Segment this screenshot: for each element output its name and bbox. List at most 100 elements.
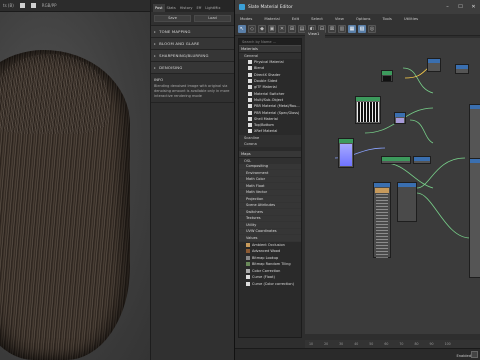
material-id-icon[interactable]: ▥ bbox=[338, 24, 346, 33]
delete-icon[interactable]: ✕ bbox=[278, 24, 286, 33]
section-denoising[interactable]: ▸ DENOISING bbox=[151, 62, 234, 74]
ruler-tick: 60 bbox=[384, 342, 389, 346]
status-bar: Enabled bbox=[235, 348, 480, 360]
material-icon bbox=[248, 110, 252, 115]
material-icon bbox=[248, 79, 252, 84]
material-map-browser: Search by Name ... Materials General Phy… bbox=[238, 38, 302, 338]
section-label: BLOOM AND GLARE bbox=[159, 41, 200, 46]
material-node[interactable] bbox=[373, 182, 391, 258]
assign-material-icon[interactable]: ▣ bbox=[268, 24, 276, 33]
item-label: DirectX Shader bbox=[254, 72, 281, 77]
tab-stats[interactable]: Stats bbox=[165, 4, 178, 12]
editor-toolbar: ↖ ◇ ◆ ▣ ✕ ⊞ ▤ ◐ ⊟ ⊠ ▥ ▦ ▧ ◎ bbox=[235, 22, 480, 36]
slate-material-editor: Slate Material Editor – ☐ ✕ Modes Materi… bbox=[234, 0, 480, 360]
material-icon bbox=[248, 123, 252, 128]
menu-view[interactable]: View bbox=[335, 16, 344, 21]
chevron-right-icon: ▸ bbox=[154, 53, 157, 58]
map-node[interactable] bbox=[455, 64, 469, 74]
menu-edit[interactable]: Edit bbox=[292, 16, 299, 21]
render-window: ts (B) RGB/PP bbox=[0, 0, 150, 360]
hair-texture-node[interactable] bbox=[355, 96, 381, 124]
material-icon bbox=[248, 129, 252, 134]
save-button[interactable]: Save bbox=[154, 15, 191, 22]
material-node[interactable] bbox=[469, 104, 480, 164]
material-node[interactable] bbox=[469, 158, 480, 278]
info-title: INFO bbox=[154, 77, 164, 82]
channel-combo[interactable]: RGB/PP bbox=[42, 3, 57, 8]
chevron-right-icon: ▸ bbox=[154, 65, 157, 70]
tab-eff[interactable]: Eff bbox=[195, 4, 204, 12]
map-node[interactable] bbox=[381, 156, 411, 164]
item-label: Physical Material bbox=[254, 60, 284, 65]
nav-panel-icon[interactable]: ▦ bbox=[348, 24, 356, 33]
status-text: Enabled bbox=[456, 354, 471, 358]
item-label: Multi/Sub-Object bbox=[254, 97, 284, 102]
menu-material[interactable]: Material bbox=[264, 16, 279, 21]
settings-tabs: Post Stats History Eff LightMix bbox=[151, 0, 234, 12]
bitmap-node[interactable] bbox=[381, 70, 393, 82]
put-material-icon[interactable]: ◆ bbox=[258, 24, 266, 33]
post-settings-panel: Post Stats History Eff LightMix Save Loa… bbox=[150, 0, 234, 360]
menu-modes[interactable]: Modes bbox=[240, 16, 252, 21]
desktop: ts (B) RGB/PP Post Stats History Eff Lig… bbox=[0, 0, 480, 360]
map-icon bbox=[246, 268, 250, 273]
menu-tools[interactable]: Tools bbox=[383, 16, 392, 21]
menu-select[interactable]: Select bbox=[311, 16, 323, 21]
item-label: Shell Material bbox=[254, 116, 278, 121]
info-text: Blending denoised image with original vi… bbox=[154, 84, 230, 98]
search-input[interactable]: Search by Name ... bbox=[239, 39, 301, 46]
material-icon bbox=[248, 66, 252, 71]
tab-post[interactable]: Post bbox=[153, 4, 165, 12]
minimize-icon[interactable]: – bbox=[441, 0, 454, 14]
tab-history[interactable]: History bbox=[178, 4, 195, 12]
tab-lightmix[interactable]: LightMix bbox=[203, 4, 222, 12]
map-node[interactable] bbox=[427, 58, 441, 72]
item-label: Ambient Occlusion bbox=[252, 242, 285, 247]
map-node[interactable] bbox=[413, 156, 431, 164]
item-label: Double Sided bbox=[254, 79, 278, 84]
title-bar: Slate Material Editor – ☐ ✕ bbox=[235, 0, 480, 14]
maximize-icon[interactable]: ☐ bbox=[454, 0, 467, 14]
material-swatch-node[interactable] bbox=[338, 138, 354, 168]
select-by-material-icon[interactable]: ◎ bbox=[368, 24, 376, 33]
tab-view1[interactable]: View1 bbox=[305, 30, 325, 38]
node-graph-view[interactable] bbox=[305, 38, 480, 334]
material-icon bbox=[248, 97, 252, 102]
channel-swatch[interactable] bbox=[19, 3, 25, 8]
menu-bar: Modes Material Edit Select View Options … bbox=[235, 14, 480, 22]
item-label: Bitmap Random Tiling bbox=[252, 262, 291, 267]
material-icon bbox=[248, 72, 252, 77]
move-children-icon[interactable]: ⊞ bbox=[288, 24, 296, 33]
list-item[interactable]: Curve (Color correction) bbox=[239, 281, 301, 288]
channel-swatch[interactable] bbox=[30, 3, 36, 8]
material-node[interactable] bbox=[397, 182, 417, 222]
group-corona[interactable]: Corona bbox=[239, 140, 301, 147]
section-tone-mapping[interactable]: ▸ TONE MAPPING bbox=[151, 26, 234, 38]
item-label: Blend bbox=[254, 66, 264, 71]
menu-utilities[interactable]: Utilities bbox=[404, 16, 418, 21]
load-button[interactable]: Load bbox=[194, 15, 231, 22]
window-title: Slate Material Editor bbox=[248, 4, 293, 10]
graph-ruler: 10 20 30 40 50 60 70 80 90 100 bbox=[305, 340, 480, 348]
layout-children-icon[interactable]: ⊠ bbox=[328, 24, 336, 33]
navigation-icon[interactable] bbox=[471, 351, 478, 358]
select-tool-icon[interactable]: ↖ bbox=[238, 24, 246, 33]
render-viewport bbox=[0, 12, 150, 360]
ruler-tick: 90 bbox=[429, 342, 434, 346]
menu-options[interactable]: Options bbox=[356, 16, 371, 21]
map-node[interactable] bbox=[394, 112, 406, 124]
ruler-tick: 50 bbox=[369, 342, 374, 346]
section-bloom-glare[interactable]: ▸ BLOOM AND GLARE bbox=[151, 38, 234, 50]
material-icon bbox=[248, 104, 252, 109]
section-sharpening[interactable]: ▸ SHARPENING/BLURRING bbox=[151, 50, 234, 62]
group-materials[interactable]: Materials bbox=[239, 46, 301, 53]
item-label: glTF Material bbox=[254, 85, 277, 90]
item-label: Material Switcher bbox=[254, 91, 285, 96]
group-maps[interactable]: Maps bbox=[239, 150, 301, 158]
item-label: Advanced Wood bbox=[252, 249, 281, 254]
close-icon[interactable]: ✕ bbox=[467, 0, 480, 14]
pick-material-icon[interactable]: ◇ bbox=[248, 24, 256, 33]
ruler-tick: 80 bbox=[414, 342, 419, 346]
parameter-editor-icon[interactable]: ▧ bbox=[358, 24, 366, 33]
map-icon bbox=[246, 255, 250, 260]
